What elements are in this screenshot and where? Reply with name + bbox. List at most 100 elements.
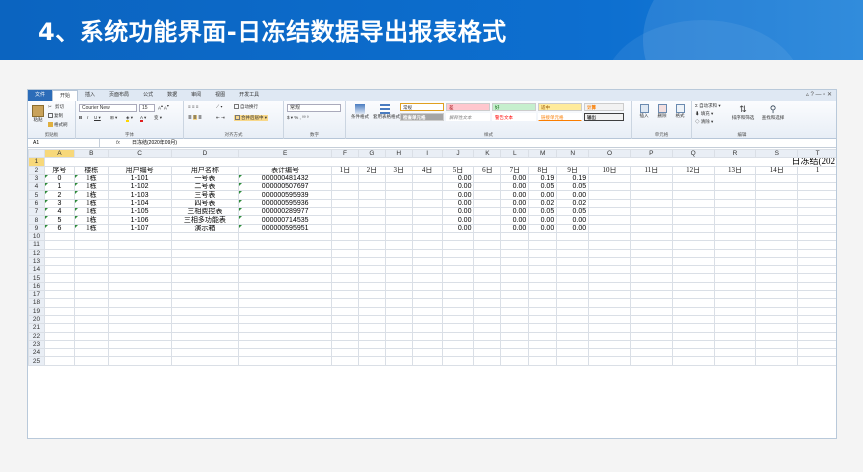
header-cell[interactable]: 表计编号 [238, 165, 332, 175]
name-box[interactable]: A1 [30, 139, 100, 148]
cell[interactable] [107, 290, 172, 300]
wrap-text-button[interactable]: 自动换行 [234, 104, 258, 110]
column-header-g[interactable]: G [357, 148, 386, 159]
cell[interactable] [411, 281, 443, 292]
cell[interactable] [238, 281, 332, 292]
tab-home[interactable]: 开始 [52, 90, 79, 101]
style-calculation[interactable]: 计算 [584, 103, 624, 111]
cell[interactable] [556, 348, 590, 358]
cell[interactable] [238, 298, 332, 308]
delete-cells-button[interactable]: 删除 [654, 104, 670, 119]
cell[interactable] [473, 198, 502, 209]
orientation-button[interactable]: ⟋ ▾ [216, 104, 223, 109]
cell[interactable] [330, 298, 359, 308]
cell[interactable] [713, 248, 757, 258]
cell[interactable] [588, 240, 631, 250]
cell[interactable] [797, 298, 836, 308]
cell[interactable] [411, 198, 443, 209]
cell[interactable] [384, 223, 413, 233]
cell[interactable] [357, 256, 386, 267]
cell[interactable]: 1栋 [73, 173, 109, 184]
cell[interactable] [713, 348, 757, 358]
row-header[interactable]: 24 [28, 348, 45, 358]
cell[interactable] [330, 314, 359, 325]
cell[interactable] [713, 207, 757, 217]
cell[interactable] [755, 331, 799, 341]
cell[interactable] [528, 331, 558, 341]
cell[interactable] [473, 323, 502, 333]
cell[interactable] [384, 198, 413, 209]
cell[interactable] [755, 215, 799, 225]
cell[interactable]: 0.02 [528, 198, 558, 209]
cell[interactable] [170, 339, 240, 350]
cell[interactable] [384, 314, 413, 325]
row-header[interactable]: 19 [28, 306, 45, 316]
cell[interactable] [330, 207, 359, 217]
cell[interactable] [73, 356, 109, 366]
cell[interactable] [330, 248, 359, 258]
cell[interactable] [528, 281, 558, 292]
header-cell[interactable]: 9日 [556, 165, 590, 175]
cell[interactable]: 0.00 [500, 182, 530, 192]
cell[interactable] [629, 256, 673, 267]
cell[interactable] [629, 231, 673, 242]
window-controls[interactable]: ▵ ? — ▫ ✕ [806, 91, 832, 98]
cell[interactable] [528, 339, 558, 350]
cell[interactable] [73, 273, 109, 283]
cell[interactable] [330, 273, 359, 283]
cell[interactable] [43, 339, 75, 350]
cell[interactable] [411, 339, 443, 350]
cell[interactable] [238, 339, 332, 350]
cell[interactable]: 0.00 [500, 198, 530, 209]
header-cell[interactable]: 1 [797, 165, 836, 175]
cell[interactable] [671, 173, 715, 184]
cell[interactable] [107, 339, 172, 350]
cell[interactable] [384, 290, 413, 300]
cell[interactable] [43, 331, 75, 341]
cell[interactable] [797, 182, 836, 192]
cell[interactable] [330, 306, 359, 316]
cell[interactable] [384, 190, 413, 200]
header-cell[interactable]: 7日 [500, 165, 530, 175]
table-format-button[interactable]: 套用表格格式 [373, 104, 400, 120]
cell[interactable] [588, 348, 631, 358]
cell[interactable] [500, 339, 530, 350]
cell[interactable] [384, 173, 413, 184]
cell[interactable] [411, 356, 443, 366]
cell[interactable] [556, 306, 590, 316]
cell[interactable]: 1-105 [107, 207, 172, 217]
cell[interactable] [713, 356, 757, 366]
cell[interactable] [357, 248, 386, 258]
style-neutral[interactable]: 适中 [538, 103, 582, 111]
cell[interactable] [441, 265, 475, 275]
cell[interactable] [588, 281, 631, 292]
cell[interactable] [107, 281, 172, 292]
cell[interactable] [107, 231, 172, 242]
header-cell[interactable]: 3日 [384, 165, 413, 175]
cell[interactable] [556, 290, 590, 300]
cell[interactable] [238, 356, 332, 366]
font-size-select[interactable]: 15 [139, 104, 155, 112]
cell[interactable] [500, 323, 530, 333]
cell[interactable]: 1-107 [107, 223, 172, 233]
row-header[interactable]: 16 [28, 281, 45, 292]
cell[interactable] [528, 265, 558, 275]
column-header-l[interactable]: L [500, 148, 530, 159]
cell[interactable] [238, 314, 332, 325]
cell[interactable]: 0.00 [441, 223, 475, 233]
cell[interactable] [556, 356, 590, 366]
cell[interactable] [43, 298, 75, 308]
cell[interactable] [107, 298, 172, 308]
cell[interactable] [713, 231, 757, 242]
cell[interactable] [411, 323, 443, 333]
cell[interactable] [671, 207, 715, 217]
cell[interactable] [671, 256, 715, 267]
tab-insert[interactable]: 插入 [78, 90, 102, 101]
cell[interactable] [473, 256, 502, 267]
cell[interactable] [528, 240, 558, 250]
cell[interactable] [556, 298, 590, 308]
align-left-button[interactable]: ≣ ≣ ≣ [188, 115, 202, 121]
cell[interactable] [588, 331, 631, 341]
cell[interactable] [556, 314, 590, 325]
cell[interactable] [441, 231, 475, 242]
